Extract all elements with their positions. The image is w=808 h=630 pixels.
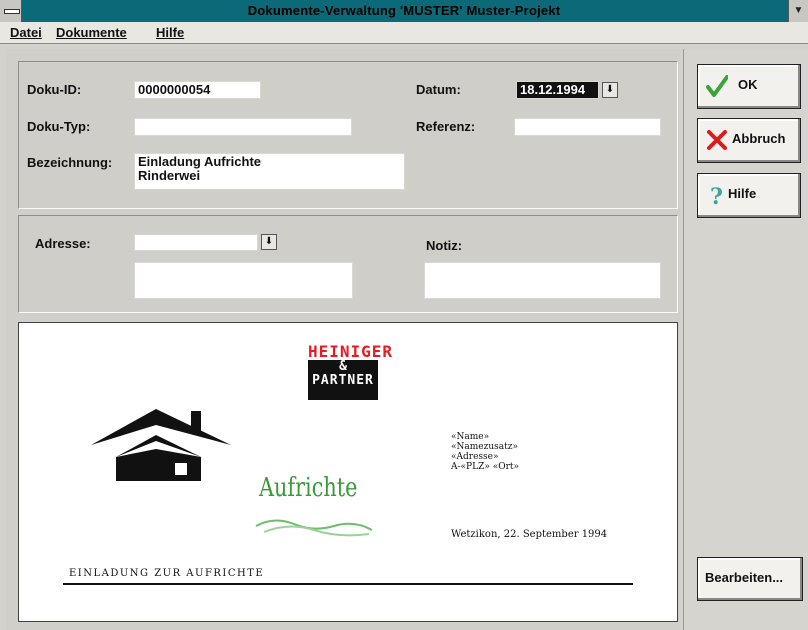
address-line: «Name»: [451, 432, 490, 442]
place-date: Wetzikon, 22. September 1994: [451, 529, 608, 540]
address-line: A-«PLZ» «Ort»: [451, 462, 520, 472]
doku-id-field[interactable]: 0000000054: [134, 81, 261, 99]
hilfe-button[interactable]: ? Hilfe: [697, 173, 801, 218]
menu-datei[interactable]: Datei: [10, 25, 42, 40]
notiz-label: Notiz:: [426, 238, 463, 253]
doku-typ-label: Doku-Typ:: [27, 119, 91, 134]
doku-id-label: Doku-ID:: [27, 82, 82, 97]
checkmark-icon: [706, 75, 728, 97]
adresse-select[interactable]: [134, 234, 258, 251]
document-heading: EINLADUNG ZUR AUFRICHTE: [69, 568, 265, 579]
address-line: «Namezusatz»: [451, 442, 518, 452]
bearbeiten-button[interactable]: Bearbeiten...: [697, 557, 803, 601]
question-mark-icon: ?: [710, 184, 723, 206]
abbruch-label: Abbruch: [732, 131, 786, 146]
document-preview: HEINIGER & PARTNER Aufrichte «Name» «Nam…: [18, 322, 678, 622]
document-details-panel: Doku-ID: 0000000054 Datum: 18.12.1994 ⬇ …: [18, 61, 678, 209]
svg-text:?: ?: [710, 184, 723, 206]
bezeichnung-line-2: Rinderwei: [138, 168, 201, 183]
logo-ampersand: &: [339, 359, 347, 374]
heiniger-partner-logo: HEINIGER & PARTNER: [308, 342, 394, 400]
ok-label: OK: [738, 77, 758, 92]
bezeichnung-field[interactable]: Einladung Aufrichte Rinderwei: [134, 153, 405, 190]
adresse-dropdown-icon[interactable]: ⬇: [261, 234, 277, 250]
address-line: «Adresse»: [451, 452, 499, 462]
scroll-down-icon[interactable]: ▼: [788, 0, 808, 22]
address-placeholders: «Name» «Namezusatz» «Adresse» A-«PLZ» «O…: [451, 432, 519, 472]
hilfe-label: Hilfe: [728, 186, 757, 201]
adresse-detail-field[interactable]: [134, 262, 353, 299]
referenz-field[interactable]: [514, 118, 661, 136]
address-panel: Adresse: ⬇ Notiz:: [18, 215, 678, 313]
menu-bar: Datei Dokumente Hilfe: [0, 22, 808, 44]
house-icon: [91, 409, 231, 481]
aufrichte-graphic: Aufrichte: [259, 473, 358, 503]
grass-icon: [255, 519, 373, 537]
adresse-label: Adresse:: [35, 236, 91, 251]
datum-field[interactable]: 18.12.1994: [516, 81, 599, 99]
referenz-label: Referenz:: [416, 119, 476, 134]
datum-dropdown-icon[interactable]: ⬇: [602, 82, 618, 98]
logo-heiniger: HEINIGER: [308, 342, 394, 361]
heading-rule: [63, 583, 633, 585]
bezeichnung-line-1: Einladung Aufrichte: [138, 154, 262, 169]
abbruch-button[interactable]: Abbruch: [697, 118, 801, 163]
menu-hilfe[interactable]: Hilfe: [156, 25, 184, 40]
logo-partner-block: & PARTNER: [308, 360, 378, 400]
bezeichnung-label: Bezeichnung:: [27, 155, 113, 170]
doku-typ-field[interactable]: [134, 118, 352, 136]
cross-icon: [707, 130, 727, 150]
datum-label: Datum:: [416, 82, 461, 97]
ok-button[interactable]: OK: [697, 64, 801, 109]
menu-dokumente[interactable]: Dokumente: [56, 25, 127, 40]
logo-partner: PARTNER: [312, 373, 374, 388]
bearbeiten-label: Bearbeiten...: [705, 570, 784, 585]
notiz-field[interactable]: [424, 262, 661, 299]
window-title: Dokumente-Verwaltung 'MUSTER' Muster-Pro…: [247, 3, 561, 18]
